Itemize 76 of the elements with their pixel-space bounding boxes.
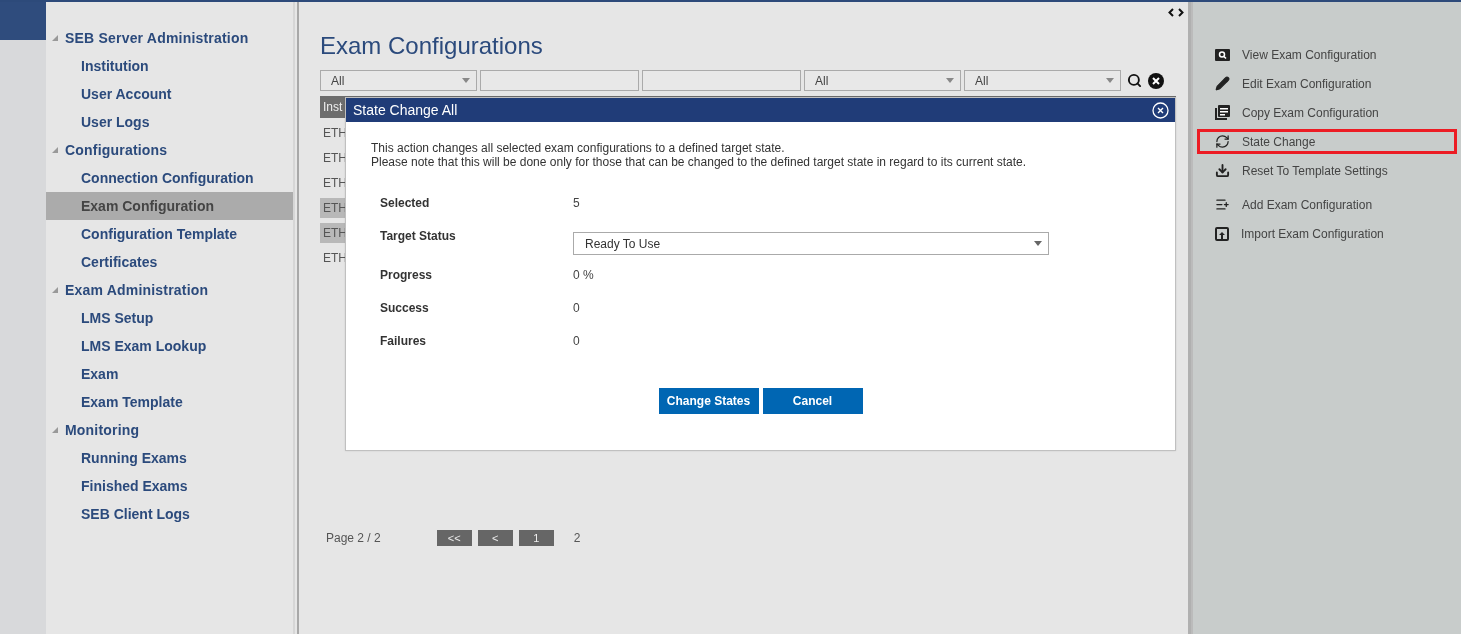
filter-dropdown[interactable]: All xyxy=(964,70,1121,91)
field-value: 0 % xyxy=(573,267,595,282)
expand-triangle-icon[interactable] xyxy=(52,427,58,433)
field-label: Selected xyxy=(380,195,431,210)
nav-group-label[interactable]: SEB Server Administration xyxy=(65,30,249,46)
field-label: Progress xyxy=(380,267,434,282)
action-item[interactable]: Add Exam Configuration xyxy=(1197,192,1457,217)
nav-item[interactable]: LMS Exam Lookup xyxy=(46,332,293,360)
nav-item[interactable]: Connection Configuration xyxy=(46,164,293,192)
action-item[interactable]: Import Exam Configuration xyxy=(1197,221,1457,246)
field-value: 0 xyxy=(573,333,581,348)
expand-triangle-icon[interactable] xyxy=(52,147,58,153)
search-icon xyxy=(1215,48,1230,61)
page-title: Exam Configurations xyxy=(320,32,544,60)
action-item[interactable]: Copy Exam Configuration xyxy=(1197,100,1457,125)
collapse-expand-icon[interactable] xyxy=(1168,8,1184,17)
dialog-description: This action changes all selected exam configurations to a defined target state. Please note that this will be done only for those that can be changed to the defined target state in regard to its current state. xyxy=(371,141,1028,169)
current-page: 2 xyxy=(573,531,581,545)
action-label: Add Exam Configuration xyxy=(1242,197,1373,212)
pager-button[interactable]: << xyxy=(436,530,472,546)
pager-button[interactable]: < xyxy=(477,530,513,546)
nav-item[interactable]: SEB Client Logs xyxy=(46,500,293,528)
nav-group-label[interactable]: Exam Administration xyxy=(65,282,209,298)
action-label: View Exam Configuration xyxy=(1242,47,1377,62)
action-item[interactable]: View Exam Configuration xyxy=(1197,42,1457,67)
close-icon[interactable] xyxy=(1152,101,1169,119)
confirm-button[interactable]: Change States xyxy=(658,388,759,414)
caret-icon xyxy=(946,78,954,83)
nav-item[interactable]: Exam Configuration xyxy=(46,192,293,220)
action-label: Import Exam Configuration xyxy=(1241,226,1384,241)
filter-field[interactable] xyxy=(480,70,639,91)
nav-item[interactable]: Exam Template xyxy=(46,388,293,416)
nav-item[interactable]: Running Exams xyxy=(46,444,293,472)
caret-icon xyxy=(1106,78,1114,83)
expand-triangle-icon[interactable] xyxy=(52,287,58,293)
action-item[interactable]: Edit Exam Configuration xyxy=(1197,71,1457,96)
clear-icon[interactable] xyxy=(1148,72,1164,89)
action-label: Reset To Template Settings xyxy=(1242,163,1388,178)
field-label: Success xyxy=(380,300,430,315)
action-item[interactable]: Reset To Template Settings xyxy=(1197,158,1457,183)
download-icon xyxy=(1215,163,1230,178)
nav-item[interactable]: Configuration Template xyxy=(46,220,293,248)
search-icon[interactable] xyxy=(1127,73,1142,88)
upload-icon xyxy=(1215,226,1229,241)
cancel-button[interactable]: Cancel xyxy=(762,388,863,414)
field-label: Failures xyxy=(380,333,428,348)
action-label: Copy Exam Configuration xyxy=(1242,105,1379,120)
filter-dropdown[interactable]: All xyxy=(320,70,477,91)
field-label: Target Status xyxy=(380,228,457,243)
nav-item[interactable]: Finished Exams xyxy=(46,472,293,500)
list-add-icon xyxy=(1215,197,1230,212)
dialog-title: State Change All xyxy=(353,102,458,118)
caret-icon xyxy=(462,78,470,83)
nav-group-label[interactable]: Monitoring xyxy=(65,422,140,438)
pager-button[interactable]: 1 xyxy=(518,530,554,546)
page-indicator: Page 2 / 2 xyxy=(326,531,381,545)
nav-group-label[interactable]: Configurations xyxy=(65,142,168,158)
nav-item[interactable]: Institution xyxy=(46,52,293,80)
nav-item[interactable]: Exam xyxy=(46,360,293,388)
status-dropdown[interactable]: Ready To Use xyxy=(573,232,1049,255)
field-value: 5 xyxy=(573,195,581,210)
filter-dropdown[interactable]: All xyxy=(804,70,961,91)
expand-triangle-icon[interactable] xyxy=(52,35,58,41)
pencil-icon xyxy=(1215,76,1230,91)
nav-item[interactable]: LMS Setup xyxy=(46,304,293,332)
field-value: 0 xyxy=(573,300,581,315)
filter-field[interactable] xyxy=(642,70,801,91)
refresh-icon xyxy=(1215,134,1230,149)
caret-icon xyxy=(1034,241,1042,246)
action-item[interactable]: State Change xyxy=(1197,129,1457,154)
nav-item[interactable]: Certificates xyxy=(46,248,293,276)
action-label: State Change xyxy=(1242,134,1316,149)
nav-item[interactable]: User Logs xyxy=(46,108,293,136)
nav-item[interactable]: User Account xyxy=(46,80,293,108)
action-label: Edit Exam Configuration xyxy=(1242,76,1372,91)
copy-icon xyxy=(1215,105,1230,120)
